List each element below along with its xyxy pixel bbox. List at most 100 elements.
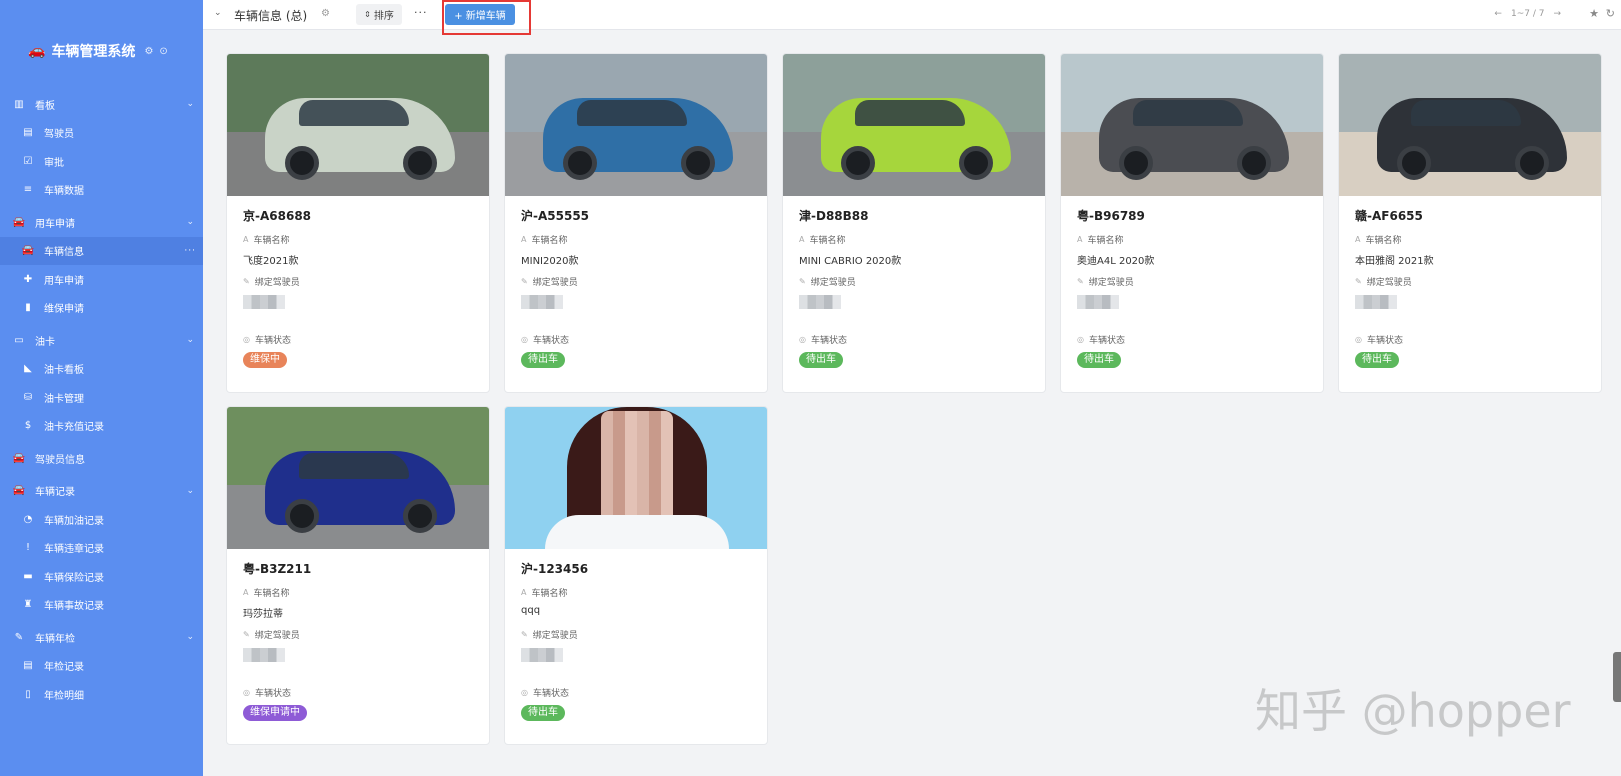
extinguisher-icon: ♜ bbox=[23, 599, 33, 611]
sidebar-item-label: 维保申请 bbox=[44, 304, 84, 316]
view-title[interactable]: 车辆信息 (总) bbox=[234, 7, 307, 24]
vehicle-card[interactable]: 津-D88B88 A 车辆名称 MINI CABRIO 2020款 ✎ 绑定驾驶员 ◎ 车辆状… bbox=[782, 53, 1046, 393]
sidebar-item-label: 用车申请 bbox=[44, 275, 84, 287]
car-icon: 🚘 bbox=[12, 485, 26, 497]
circle-icon: ◎ bbox=[1355, 334, 1362, 344]
sidebar-item-1[interactable]: ▤ 驾驶员 bbox=[0, 119, 203, 148]
list-icon: ≡ bbox=[23, 184, 33, 196]
sidebar-item-9[interactable]: ◣ 油卡看板 bbox=[0, 355, 203, 384]
chevron-down-icon[interactable]: ⌄ bbox=[214, 8, 222, 18]
sidebar-group-4[interactable]: 🚘 用车申请 ⌄ bbox=[0, 208, 203, 237]
driver-label-text: 绑定驾驶员 bbox=[1088, 277, 1134, 288]
chevron-down-icon: ⌄ bbox=[186, 485, 194, 496]
circle-settings-icon[interactable]: ⊙ bbox=[159, 46, 167, 57]
sidebar-item-2[interactable]: ☑ 审批 bbox=[0, 147, 203, 176]
sidebar-item-20[interactable]: ▯ 年检明细 bbox=[0, 680, 203, 709]
status-badge: 待出车 bbox=[1077, 352, 1121, 368]
sidebar-item-label: 车辆年检 bbox=[35, 633, 75, 645]
sidebar-item-label: 审批 bbox=[44, 157, 64, 169]
sidebar-group-12[interactable]: 🚘 驾驶员信息 bbox=[0, 444, 203, 473]
car-photo bbox=[227, 54, 489, 196]
vehicle-card[interactable]: 沪-123456 A 车辆名称 qqq ✎ 绑定驾驶员 ◎ 车辆状态 待出车 bbox=[504, 406, 768, 745]
briefcase-icon: ▬ bbox=[23, 570, 33, 582]
name-label-text: 车辆名称 bbox=[1365, 235, 1402, 246]
sidebar-item-19[interactable]: ▤ 年检记录 bbox=[0, 652, 203, 681]
sidebar-item-14[interactable]: ◔ 车辆加油记录 bbox=[0, 505, 203, 534]
circle-icon: ◎ bbox=[1077, 334, 1084, 344]
name-label: A 车辆名称 bbox=[1355, 233, 1585, 246]
sidebar-item-label: 驾驶员 bbox=[44, 129, 74, 141]
sort-label: 排序 bbox=[373, 11, 394, 22]
chevron-down-icon: ⌄ bbox=[186, 335, 194, 346]
star-icon[interactable]: ★ bbox=[1589, 7, 1599, 20]
text-icon: A bbox=[521, 587, 527, 597]
text-icon: A bbox=[521, 234, 527, 244]
more-icon[interactable]: ··· bbox=[184, 246, 196, 256]
text-icon: A bbox=[1077, 234, 1083, 244]
sidebar-item-10[interactable]: ⛁ 油卡管理 bbox=[0, 383, 203, 412]
name-label: A 车辆名称 bbox=[799, 233, 1029, 246]
prev-page-icon[interactable]: ← bbox=[1494, 9, 1502, 19]
car-photo bbox=[505, 54, 767, 196]
vehicle-card[interactable]: 京-A68688 A 车辆名称 飞度2021款 ✎ 绑定驾驶员 ◎ 车辆状态 维保中 bbox=[226, 53, 490, 393]
chevron-down-icon: ⌄ bbox=[186, 99, 194, 110]
wrench-icon: ✎ bbox=[14, 631, 24, 643]
status-label-text: 车辆状态 bbox=[810, 335, 847, 346]
gear-icon[interactable]: ⚙ bbox=[144, 46, 153, 57]
driver-avatar-blurred bbox=[521, 295, 563, 309]
driver-label-text: 绑定驾驶员 bbox=[254, 630, 300, 641]
sort-icon: ⇕ bbox=[364, 10, 371, 19]
more-button[interactable]: ··· bbox=[414, 6, 428, 19]
vehicle-card[interactable]: 粤-B3Z211 A 车辆名称 玛莎拉蒂 ✎ 绑定驾驶员 ◎ 车辆状态 维保申请中 bbox=[226, 406, 490, 745]
status-label-text: 车辆状态 bbox=[1088, 335, 1125, 346]
sidebar-item-3[interactable]: ≡ 车辆数据 bbox=[0, 176, 203, 205]
sidebar-group-18[interactable]: ✎ 车辆年检 ⌄ bbox=[0, 623, 203, 652]
dollar-icon: $ bbox=[24, 420, 32, 432]
sort-button[interactable]: ⇕ 排序 bbox=[356, 4, 402, 25]
vehicle-card[interactable]: 粤-B96789 A 车辆名称 奥迪A4L 2020款 ✎ 绑定驾驶员 ◎ 车辆状态 待出车 bbox=[1060, 53, 1324, 393]
sidebar-group-0[interactable]: ▥ 看板 ⌄ bbox=[0, 90, 203, 119]
sidebar-item-5[interactable]: 🚘 车辆信息 ··· bbox=[0, 236, 203, 265]
sidebar-group-8[interactable]: ▭ 油卡 ⌄ bbox=[0, 326, 203, 355]
scroll-handle[interactable] bbox=[1613, 652, 1621, 702]
driver-label-text: 绑定驾驶员 bbox=[1366, 277, 1412, 288]
name-label: A 车辆名称 bbox=[243, 233, 473, 246]
sidebar-item-11[interactable]: $ 油卡充值记录 bbox=[0, 412, 203, 441]
toolbar: ⌄ 车辆信息 (总) ⚙ ⇕ 排序 ··· + 新增车辆 ← 1~7 / 7 →… bbox=[203, 0, 1621, 35]
driver-label: ✎ 绑定驾驶员 bbox=[243, 628, 473, 641]
link-icon: ✎ bbox=[521, 629, 528, 639]
plate-number: 赣-AF6655 bbox=[1355, 209, 1423, 223]
sidebar-item-label: 油卡管理 bbox=[44, 393, 84, 405]
vehicle-card[interactable]: 沪-A55555 A 车辆名称 MINI2020款 ✎ 绑定驾驶员 ◎ 车辆状态 待出车 bbox=[504, 53, 768, 393]
sidebar-item-7[interactable]: ▮ 维保申请 bbox=[0, 294, 203, 323]
view-settings-icon[interactable]: ⚙ bbox=[321, 8, 330, 19]
sidebar-item-15[interactable]: ! 车辆违章记录 bbox=[0, 534, 203, 563]
driver-avatar-blurred bbox=[243, 648, 285, 662]
plate-number: 粤-B3Z211 bbox=[243, 562, 312, 576]
sidebar-item-label: 车辆信息 bbox=[44, 247, 84, 259]
sidebar-item-label: 车辆加油记录 bbox=[44, 515, 104, 527]
vehicle-name: 飞度2021款 bbox=[243, 256, 299, 267]
sidebar-item-6[interactable]: ✚ 用车申请 bbox=[0, 265, 203, 294]
list-alt-icon: ▤ bbox=[23, 660, 33, 672]
circle-icon: ◎ bbox=[799, 334, 806, 344]
refresh-icon[interactable]: ↻ bbox=[1606, 7, 1615, 20]
add-vehicle-button[interactable]: + 新增车辆 bbox=[445, 4, 515, 25]
link-icon: ✎ bbox=[1355, 276, 1362, 286]
vehicle-card[interactable]: 赣-AF6655 A 车辆名称 本田雅阁 2021款 ✎ 绑定驾驶员 ◎ 车辆状态 待出车 bbox=[1338, 53, 1602, 393]
sidebar-item-label: 车辆保险记录 bbox=[44, 572, 104, 584]
exclamation-icon: ! bbox=[25, 542, 30, 554]
sidebar-item-17[interactable]: ♜ 车辆事故记录 bbox=[0, 591, 203, 620]
status-badge: 待出车 bbox=[799, 352, 843, 368]
book-icon: ▯ bbox=[25, 688, 31, 700]
driver-label: ✎ 绑定驾驶员 bbox=[521, 275, 751, 288]
next-page-icon[interactable]: → bbox=[1553, 9, 1561, 19]
sidebar-item-16[interactable]: ▬ 车辆保险记录 bbox=[0, 562, 203, 591]
car-photo bbox=[227, 407, 489, 549]
app-brand: 🚗 车辆管理系统 ⚙ ⊙ bbox=[28, 41, 168, 61]
sidebar-group-13[interactable]: 🚘 车辆记录 ⌄ bbox=[0, 477, 203, 506]
status-label-text: 车辆状态 bbox=[1366, 335, 1403, 346]
card-icon: ▭ bbox=[14, 334, 24, 346]
vehicle-name: qqq bbox=[521, 605, 541, 616]
car-photo bbox=[783, 54, 1045, 196]
